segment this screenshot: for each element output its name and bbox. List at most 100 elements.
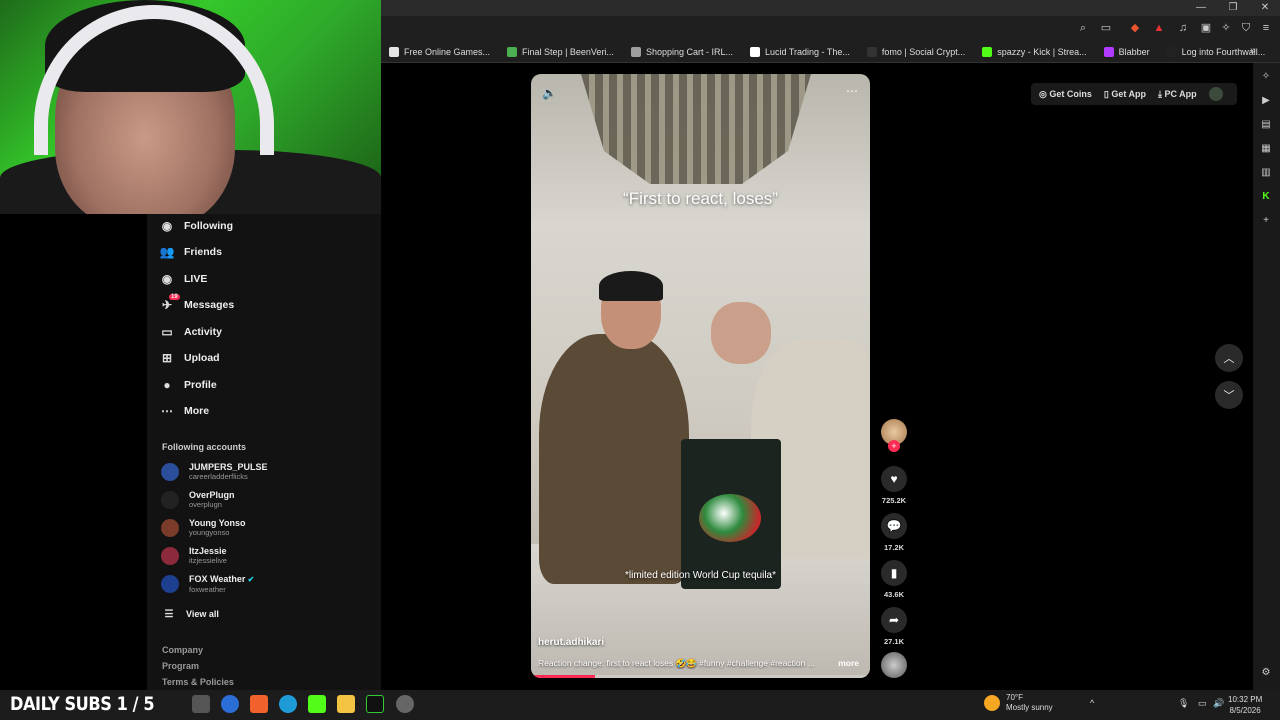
account-text: Young Yonso youngyonso bbox=[189, 518, 246, 537]
account-avatar bbox=[161, 518, 179, 537]
tray-chevron-icon[interactable]: ^ bbox=[1090, 698, 1094, 708]
next-video-button[interactable]: ﹀ bbox=[1215, 381, 1243, 409]
footer-link[interactable]: Company bbox=[162, 645, 203, 655]
following-accounts-title: Following accounts bbox=[162, 442, 247, 452]
obs-icon[interactable] bbox=[396, 695, 414, 713]
sidebar-item-more[interactable]: ⋯ More bbox=[159, 403, 209, 419]
bookmark-icon[interactable]: ▮ bbox=[881, 560, 907, 586]
leo-icon[interactable]: ✧ bbox=[1218, 20, 1234, 36]
minimize-icon[interactable]: — bbox=[1186, 0, 1216, 16]
brave-rewards-icon[interactable]: ▲ bbox=[1151, 20, 1167, 36]
clock-date: 8/5/2026 bbox=[1229, 706, 1261, 715]
share-action[interactable]: ➦ 27.1K bbox=[881, 607, 907, 646]
wallet-icon[interactable]: ▣ bbox=[1198, 20, 1214, 36]
vpn-icon[interactable]: ⛉ bbox=[1238, 20, 1254, 36]
network-icon[interactable]: ▭ bbox=[1198, 698, 1207, 709]
like-count: 725.2K bbox=[881, 496, 907, 505]
sidebar-item-label: Messages bbox=[184, 299, 235, 311]
profile-icon: ● bbox=[163, 378, 171, 392]
account-avatar bbox=[161, 546, 179, 565]
previous-video-button[interactable]: ︿ bbox=[1215, 344, 1243, 372]
creator-avatar[interactable]: + bbox=[881, 419, 907, 452]
footer-link[interactable]: Program bbox=[162, 661, 199, 671]
brave-browser-icon[interactable] bbox=[250, 695, 268, 713]
reading-list-side-icon[interactable]: ▥ bbox=[1259, 167, 1273, 181]
pc-app-link[interactable]: ⤓ PC App bbox=[1158, 89, 1197, 100]
file-icon[interactable] bbox=[192, 695, 210, 713]
leo-side-icon[interactable]: ✧ bbox=[1259, 71, 1273, 85]
sidebar-item-messages[interactable]: ✈ 19 Messages bbox=[159, 294, 235, 313]
account-name: FOX Weather ✔ bbox=[189, 574, 255, 584]
get-coins-link[interactable]: ◎ Get Coins bbox=[1039, 89, 1092, 100]
bookmarks-side-icon[interactable]: ▦ bbox=[1259, 143, 1273, 157]
pc-app-label: PC App bbox=[1164, 88, 1197, 99]
more-options-icon[interactable]: ⋯ bbox=[846, 84, 858, 98]
share-icon[interactable]: ➦ bbox=[881, 607, 907, 633]
search-icon[interactable]: ⌕ bbox=[1075, 20, 1091, 36]
get-app-link[interactable]: ▯ Get App bbox=[1104, 89, 1146, 100]
footer-link[interactable]: Terms & Policies bbox=[162, 677, 234, 687]
sidebar-item-friends[interactable]: 👥 Friends bbox=[159, 244, 222, 260]
bookmark-item[interactable]: Final Step | BeenVeri... bbox=[507, 46, 614, 57]
account-item[interactable]: Young Yonso youngyonso bbox=[161, 518, 246, 537]
video-author[interactable]: herut.adhikari bbox=[538, 637, 604, 648]
kick-side-icon[interactable]: K bbox=[1259, 191, 1273, 205]
app-blue-icon[interactable] bbox=[221, 695, 239, 713]
bookmark-item[interactable]: spazzy - Kick | Strea... bbox=[982, 46, 1087, 57]
weather-widget[interactable]: 70°F Mostly sunny bbox=[984, 693, 1053, 713]
add-side-icon[interactable]: + bbox=[1259, 215, 1273, 229]
coin-icon: ◎ bbox=[1039, 88, 1050, 99]
volume-icon[interactable]: 🔈 bbox=[542, 86, 557, 100]
bookmark-item[interactable]: fomo | Social Crypt... bbox=[866, 46, 965, 57]
video-description: Reaction change: first to react loses 🤣😂… bbox=[538, 658, 815, 668]
clock[interactable]: 10:32 PM 8/5/2026 bbox=[1228, 694, 1262, 716]
bookmark-item[interactable]: Shopping Cart - IRL... bbox=[630, 46, 733, 57]
wallet-side-icon[interactable]: ▤ bbox=[1259, 119, 1273, 133]
sidebar-item-upload[interactable]: ⊞ Upload bbox=[159, 350, 220, 366]
music-disc-icon[interactable] bbox=[881, 652, 907, 678]
account-avatar bbox=[161, 462, 179, 481]
cast-icon[interactable]: ▭ bbox=[1098, 20, 1114, 36]
volume-tray-icon[interactable]: 🔊 bbox=[1213, 698, 1224, 709]
edge-browser-icon[interactable] bbox=[279, 695, 297, 713]
close-icon[interactable]: ✕ bbox=[1250, 0, 1280, 16]
kick-app-icon[interactable] bbox=[308, 695, 326, 713]
sidebar-item-profile[interactable]: ● Profile bbox=[159, 377, 217, 393]
sidebar-item-label: Profile bbox=[184, 379, 217, 391]
comment-action[interactable]: 💬 17.2K bbox=[881, 513, 907, 552]
description-more-link[interactable]: more bbox=[838, 658, 859, 668]
share-count: 27.1K bbox=[883, 637, 904, 646]
view-all-link[interactable]: ☰ View all bbox=[161, 606, 219, 622]
restore-icon[interactable]: ❐ bbox=[1218, 0, 1248, 16]
sidebar-item-activity[interactable]: ▭ Activity bbox=[159, 324, 222, 340]
account-item[interactable]: ItzJessie itzjessielive bbox=[161, 546, 227, 565]
media-icon[interactable]: ♫ bbox=[1175, 20, 1191, 36]
playlist-side-icon[interactable]: ▶ bbox=[1259, 95, 1273, 109]
music-disc[interactable] bbox=[881, 652, 907, 678]
bookmark-item[interactable]: Lucid Trading - The... bbox=[749, 46, 850, 57]
sidebar-item-live[interactable]: ◉ LIVE bbox=[159, 271, 208, 287]
follow-plus-icon[interactable]: + bbox=[888, 440, 900, 452]
mic-icon[interactable]: 🎙 bbox=[1178, 698, 1189, 709]
settings-side-icon[interactable]: ⚙ bbox=[1259, 667, 1273, 681]
file-explorer-icon[interactable] bbox=[337, 695, 355, 713]
user-avatar[interactable] bbox=[1208, 87, 1223, 101]
bookmark-item[interactable]: Free Online Games... bbox=[389, 46, 490, 57]
page-background-left bbox=[0, 214, 147, 690]
sidebar-item-following[interactable]: ◉ Following bbox=[159, 218, 233, 234]
account-item[interactable]: FOX Weather ✔ foxweather bbox=[161, 574, 254, 594]
account-item[interactable]: OverPlugn overplugn bbox=[161, 490, 235, 509]
bookmark-item[interactable]: Blabber bbox=[1103, 46, 1150, 57]
save-action[interactable]: ▮ 43.6K bbox=[881, 560, 907, 599]
terminal-icon[interactable] bbox=[366, 695, 384, 713]
menu-icon[interactable]: ≡ bbox=[1258, 20, 1274, 36]
more-bookmarks-icon[interactable]: » bbox=[1250, 45, 1256, 56]
video-man-cap bbox=[599, 271, 663, 301]
heart-icon[interactable]: ♥ bbox=[881, 466, 907, 492]
brave-shields-icon[interactable]: ◆ bbox=[1127, 20, 1143, 36]
video-progress-track[interactable] bbox=[531, 675, 870, 678]
video-player[interactable]: 🔈 ⋯ “First to react, loses” *limited edi… bbox=[531, 74, 870, 678]
comment-icon[interactable]: 💬 bbox=[881, 513, 907, 539]
like-action[interactable]: ♥ 725.2K bbox=[881, 466, 907, 505]
account-item[interactable]: JUMPERS_PULSE careerladderflicks bbox=[161, 462, 268, 481]
